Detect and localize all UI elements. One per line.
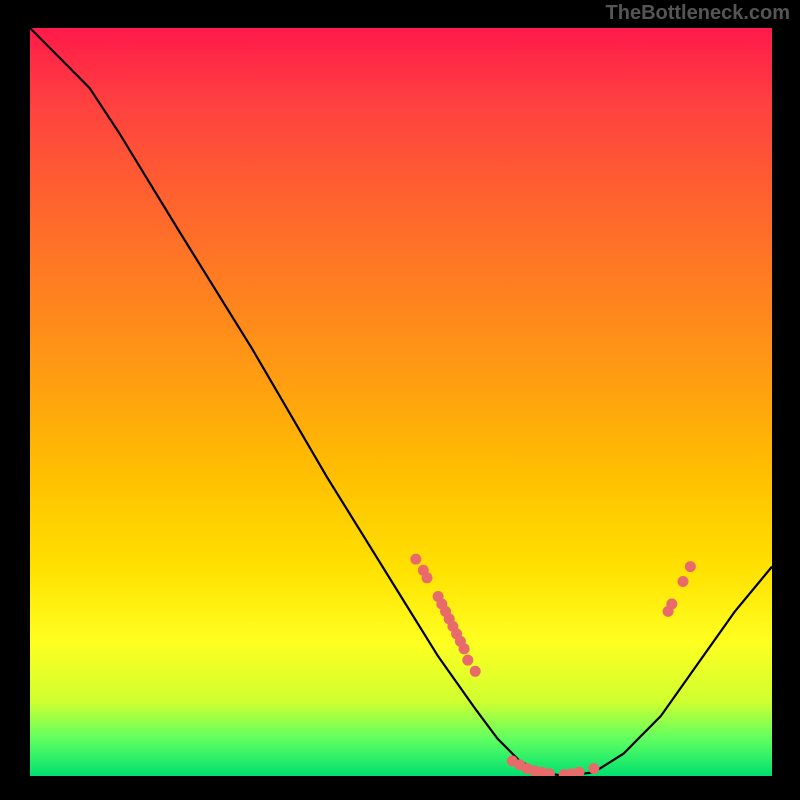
data-point	[459, 643, 470, 654]
data-point	[666, 599, 677, 610]
data-point	[470, 666, 481, 677]
data-point	[462, 655, 473, 666]
bottleneck-curve	[30, 28, 772, 776]
data-point	[422, 572, 433, 583]
data-point	[574, 767, 585, 776]
plot-area	[30, 28, 772, 776]
data-point	[678, 576, 689, 587]
chart-svg	[30, 28, 772, 776]
watermark-text: TheBottleneck.com	[606, 2, 790, 25]
data-point	[685, 561, 696, 572]
scatter-points	[410, 554, 696, 776]
data-point	[588, 763, 599, 774]
chart-container: TheBottleneck.com	[0, 0, 800, 800]
data-point	[410, 554, 421, 565]
